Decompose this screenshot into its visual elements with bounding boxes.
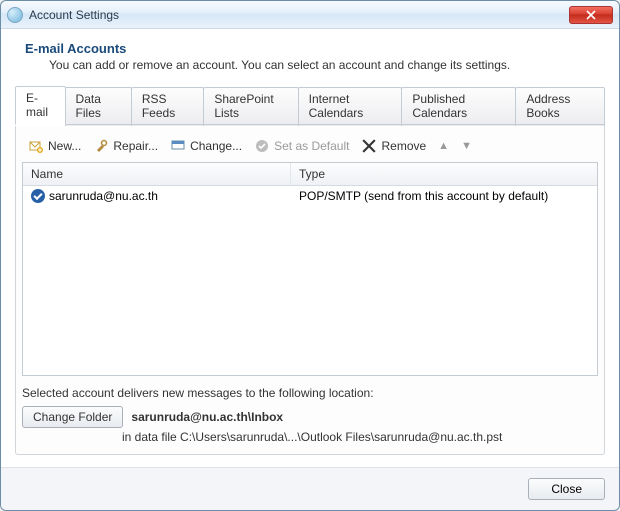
list-header: Name Type xyxy=(23,163,597,186)
change-folder-button[interactable]: Change Folder xyxy=(22,406,123,428)
account-settings-window: Account Settings E-mail Accounts You can… xyxy=(0,0,620,511)
tab-email[interactable]: E-mail xyxy=(15,86,66,125)
tab-address-books[interactable]: Address Books xyxy=(515,87,605,126)
repair-button[interactable]: Repair... xyxy=(91,136,160,156)
repair-icon xyxy=(93,138,109,154)
close-button[interactable]: Close xyxy=(528,478,605,500)
email-panel: New... Repair... Change... Set as Defaul… xyxy=(15,126,605,455)
delivery-row: Change Folder sarunruda@nu.ac.th\Inbox xyxy=(22,406,598,428)
content-area: E-mail Accounts You can add or remove an… xyxy=(1,29,619,467)
move-down-button[interactable]: ▼ xyxy=(459,138,474,154)
account-type-cell: POP/SMTP (send from this account by defa… xyxy=(291,189,597,203)
tab-internet-calendars[interactable]: Internet Calendars xyxy=(298,87,403,126)
tab-sharepoint-lists[interactable]: SharePoint Lists xyxy=(203,87,298,126)
tab-published-calendars[interactable]: Published Calendars xyxy=(401,87,516,126)
section-description: You can add or remove an account. You ca… xyxy=(49,58,605,72)
arrow-up-icon: ▲ xyxy=(438,140,449,152)
app-icon xyxy=(7,7,23,23)
list-body: sarunruda@nu.ac.th POP/SMTP (send from t… xyxy=(23,186,597,375)
new-button[interactable]: New... xyxy=(26,136,83,156)
account-list: Name Type sarunruda@nu.ac.th POP/SMTP (s… xyxy=(22,162,598,376)
remove-icon xyxy=(361,138,377,154)
account-name-cell: sarunruda@nu.ac.th xyxy=(23,189,291,203)
delivery-path: in data file C:\Users\sarunruda\...\Outl… xyxy=(122,430,598,444)
tab-border xyxy=(15,124,605,125)
close-icon xyxy=(586,10,596,20)
move-up-button[interactable]: ▲ xyxy=(436,138,451,154)
column-type[interactable]: Type xyxy=(291,163,597,185)
set-default-button[interactable]: Set as Default xyxy=(252,136,351,156)
new-icon xyxy=(28,138,44,154)
arrow-down-icon: ▼ xyxy=(461,140,472,152)
change-icon xyxy=(170,138,186,154)
tab-strip: E-mail Data Files RSS Feeds SharePoint L… xyxy=(15,86,605,125)
account-row[interactable]: sarunruda@nu.ac.th POP/SMTP (send from t… xyxy=(23,186,597,206)
check-circle-icon xyxy=(254,138,270,154)
tab-rss-feeds[interactable]: RSS Feeds xyxy=(131,87,204,126)
delivery-target: sarunruda@nu.ac.th\Inbox xyxy=(131,410,283,424)
tab-data-files[interactable]: Data Files xyxy=(65,87,132,126)
column-name[interactable]: Name xyxy=(23,163,291,185)
remove-button[interactable]: Remove xyxy=(359,136,428,156)
section-title: E-mail Accounts xyxy=(25,41,605,56)
footer: Close xyxy=(1,467,619,510)
default-check-icon xyxy=(31,189,45,203)
change-button[interactable]: Change... xyxy=(168,136,244,156)
window-title: Account Settings xyxy=(29,8,563,22)
delivery-section: Selected account delivers new messages t… xyxy=(22,386,598,444)
window-close-button[interactable] xyxy=(569,6,613,24)
toolbar: New... Repair... Change... Set as Defaul… xyxy=(22,132,598,162)
delivery-label: Selected account delivers new messages t… xyxy=(22,386,598,400)
titlebar: Account Settings xyxy=(1,1,619,29)
